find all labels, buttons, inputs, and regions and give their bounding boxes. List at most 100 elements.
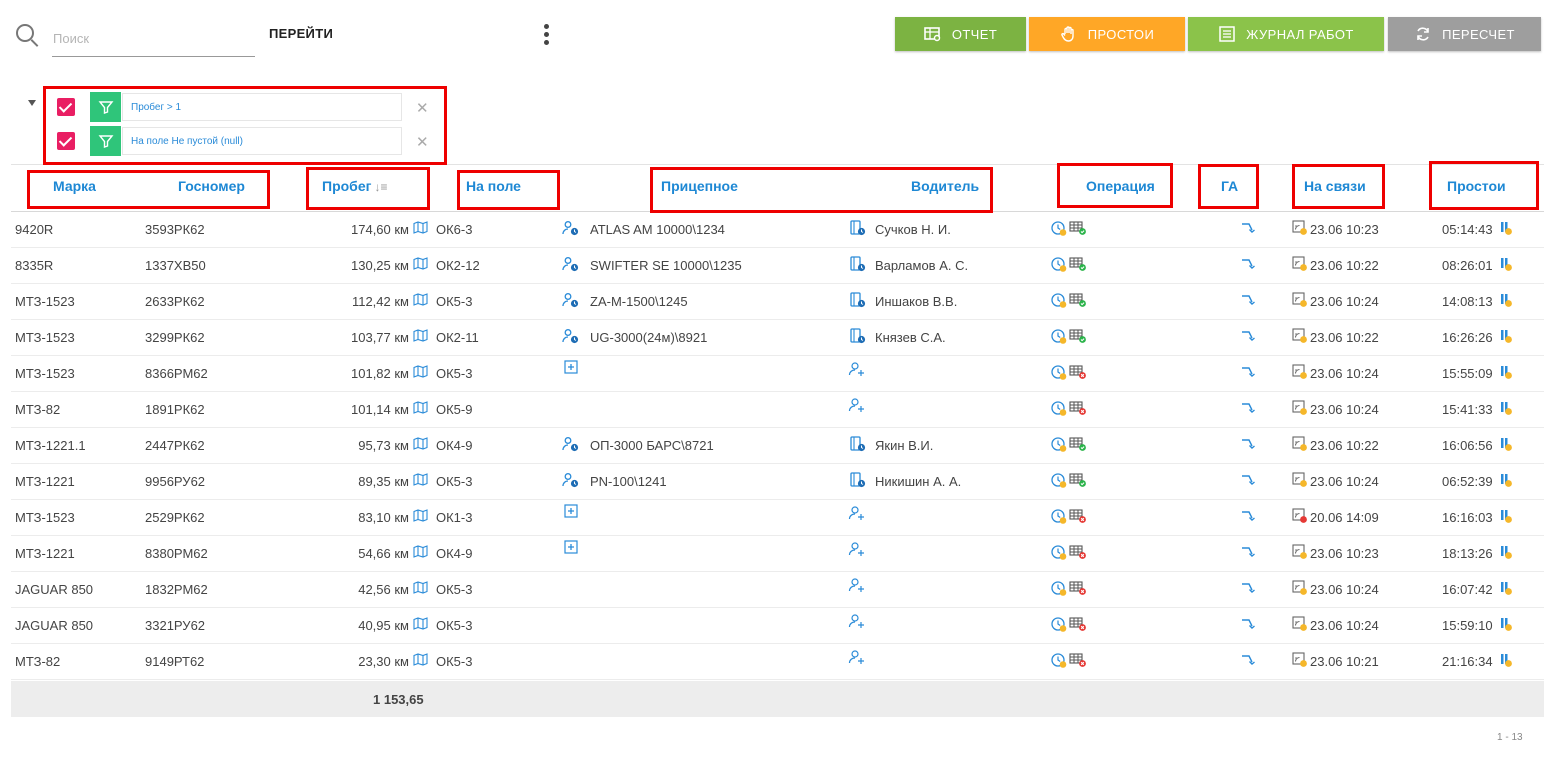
operation-clock-icon[interactable] (1050, 652, 1068, 672)
map-icon[interactable] (413, 473, 428, 489)
operation-clock-icon[interactable] (1050, 292, 1068, 312)
trailer-assigned-icon[interactable] (562, 292, 580, 311)
map-icon[interactable] (413, 257, 428, 273)
add-trailer-icon[interactable] (564, 540, 578, 557)
ga-arrow-icon[interactable] (1240, 473, 1256, 490)
driver-assigned-icon[interactable] (849, 436, 867, 455)
operation-clock-icon[interactable] (1050, 364, 1068, 384)
idle-pause-icon[interactable] (1499, 400, 1513, 419)
idle-pause-icon[interactable] (1499, 364, 1513, 383)
filters-collapse-icon[interactable] (28, 100, 36, 106)
idle-pause-icon[interactable] (1499, 472, 1513, 491)
ga-arrow-icon[interactable] (1240, 617, 1256, 634)
trailer-assigned-icon[interactable] (562, 256, 580, 275)
operation-clock-icon[interactable] (1050, 220, 1068, 240)
idle-pause-icon[interactable] (1499, 580, 1513, 599)
operation-ok-icon[interactable] (1069, 472, 1087, 491)
table-row[interactable]: 8335R 1337ХВ50 130,25 км ОК2-12 SWIFTER SE 1… (11, 248, 1544, 284)
search-input[interactable] (52, 20, 255, 57)
operation-ok-icon[interactable] (1069, 328, 1087, 347)
operation-clock-icon[interactable] (1050, 580, 1068, 600)
operation-clock-icon[interactable] (1050, 616, 1068, 636)
report-button[interactable]: ОТЧЕТ (895, 17, 1026, 51)
operation-clock-icon[interactable] (1050, 436, 1068, 456)
table-row[interactable]: МТЗ-1221.1 2447РК62 95,73 км ОК4-9 ОП-3000 Б… (11, 428, 1544, 464)
driver-assigned-icon[interactable] (849, 472, 867, 491)
map-icon[interactable] (413, 653, 428, 669)
add-driver-icon[interactable] (848, 397, 866, 416)
idle-pause-icon[interactable] (1499, 616, 1513, 635)
operation-error-icon[interactable] (1069, 508, 1087, 527)
more-menu-icon[interactable] (540, 24, 552, 50)
operation-ok-icon[interactable] (1069, 220, 1087, 239)
driver-assigned-icon[interactable] (849, 292, 867, 311)
operation-clock-icon[interactable] (1050, 328, 1068, 348)
ga-arrow-icon[interactable] (1240, 257, 1256, 274)
add-driver-icon[interactable] (848, 613, 866, 632)
ga-arrow-icon[interactable] (1240, 365, 1256, 382)
ga-arrow-icon[interactable] (1240, 509, 1256, 526)
idle-pause-icon[interactable] (1499, 292, 1513, 311)
operation-clock-icon[interactable] (1050, 256, 1068, 276)
operation-clock-icon[interactable] (1050, 544, 1068, 564)
add-driver-icon[interactable] (848, 577, 866, 596)
idle-pause-icon[interactable] (1499, 508, 1513, 527)
table-row[interactable]: МТЗ-1523 2529РК62 83,10 км ОК1-3 20.06 14:09… (11, 500, 1544, 536)
operation-ok-icon[interactable] (1069, 256, 1087, 275)
operation-error-icon[interactable] (1069, 652, 1087, 671)
table-row[interactable]: МТЗ-1221 8380РМ62 54,66 км ОК4-9 23.06 10:23… (11, 536, 1544, 572)
idle-button[interactable]: ПРОСТОИ (1029, 17, 1185, 51)
ga-arrow-icon[interactable] (1240, 545, 1256, 562)
work-log-button[interactable]: ЖУРНАЛ РАБОТ (1188, 17, 1384, 51)
idle-pause-icon[interactable] (1499, 652, 1513, 671)
map-icon[interactable] (413, 545, 428, 561)
map-icon[interactable] (413, 509, 428, 525)
idle-pause-icon[interactable] (1499, 436, 1513, 455)
idle-pause-icon[interactable] (1499, 256, 1513, 275)
map-icon[interactable] (413, 581, 428, 597)
map-icon[interactable] (413, 293, 428, 309)
map-icon[interactable] (413, 437, 428, 453)
add-trailer-icon[interactable] (564, 504, 578, 521)
add-trailer-icon[interactable] (564, 360, 578, 377)
table-row[interactable]: МТЗ-1523 2633РК62 112,42 км ОК5-3 ZA-M-1500\… (11, 284, 1544, 320)
add-driver-icon[interactable] (848, 541, 866, 560)
operation-error-icon[interactable] (1069, 364, 1087, 383)
operation-error-icon[interactable] (1069, 580, 1087, 599)
ga-arrow-icon[interactable] (1240, 437, 1256, 454)
table-row[interactable]: МТЗ-1221 9956РУ62 89,35 км ОК5-3 PN-100\1241… (11, 464, 1544, 500)
add-driver-icon[interactable] (848, 649, 866, 668)
recalc-button[interactable]: ПЕРЕСЧЕТ (1388, 17, 1541, 51)
trailer-assigned-icon[interactable] (562, 328, 580, 347)
table-row[interactable]: МТЗ-82 1891РК62 101,14 км ОК5-9 23.06 10:24 1… (11, 392, 1544, 428)
ga-arrow-icon[interactable] (1240, 401, 1256, 418)
table-row[interactable]: JAGUAR 850 1832РМ62 42,56 км ОК5-3 23.06 10:… (11, 572, 1544, 608)
ga-arrow-icon[interactable] (1240, 329, 1256, 346)
table-row[interactable]: МТЗ-1523 3299РК62 103,77 км ОК2-11 UG-3000(2… (11, 320, 1544, 356)
map-icon[interactable] (413, 617, 428, 633)
table-row[interactable]: 9420R 3593РК62 174,60 км ОК6-3 ATLAS AM 1000… (11, 212, 1544, 248)
map-icon[interactable] (413, 401, 428, 417)
operation-clock-icon[interactable] (1050, 472, 1068, 492)
add-driver-icon[interactable] (848, 361, 866, 380)
operation-ok-icon[interactable] (1069, 436, 1087, 455)
idle-pause-icon[interactable] (1499, 544, 1513, 563)
operation-error-icon[interactable] (1069, 544, 1087, 563)
idle-pause-icon[interactable] (1499, 328, 1513, 347)
map-icon[interactable] (413, 365, 428, 381)
ga-arrow-icon[interactable] (1240, 653, 1256, 670)
table-row[interactable]: JAGUAR 850 3321РУ62 40,95 км ОК5-3 23.06 10:… (11, 608, 1544, 644)
ga-arrow-icon[interactable] (1240, 581, 1256, 598)
operation-error-icon[interactable] (1069, 616, 1087, 635)
table-row[interactable]: МТЗ-1523 8366РМ62 101,82 км ОК5-3 23.06 10:2… (11, 356, 1544, 392)
driver-assigned-icon[interactable] (849, 256, 867, 275)
add-driver-icon[interactable] (848, 505, 866, 524)
ga-arrow-icon[interactable] (1240, 221, 1256, 238)
operation-clock-icon[interactable] (1050, 508, 1068, 528)
operation-error-icon[interactable] (1069, 400, 1087, 419)
operation-ok-icon[interactable] (1069, 292, 1087, 311)
trailer-assigned-icon[interactable] (562, 436, 580, 455)
driver-assigned-icon[interactable] (849, 220, 867, 239)
ga-arrow-icon[interactable] (1240, 293, 1256, 310)
search-icon[interactable] (16, 24, 34, 42)
